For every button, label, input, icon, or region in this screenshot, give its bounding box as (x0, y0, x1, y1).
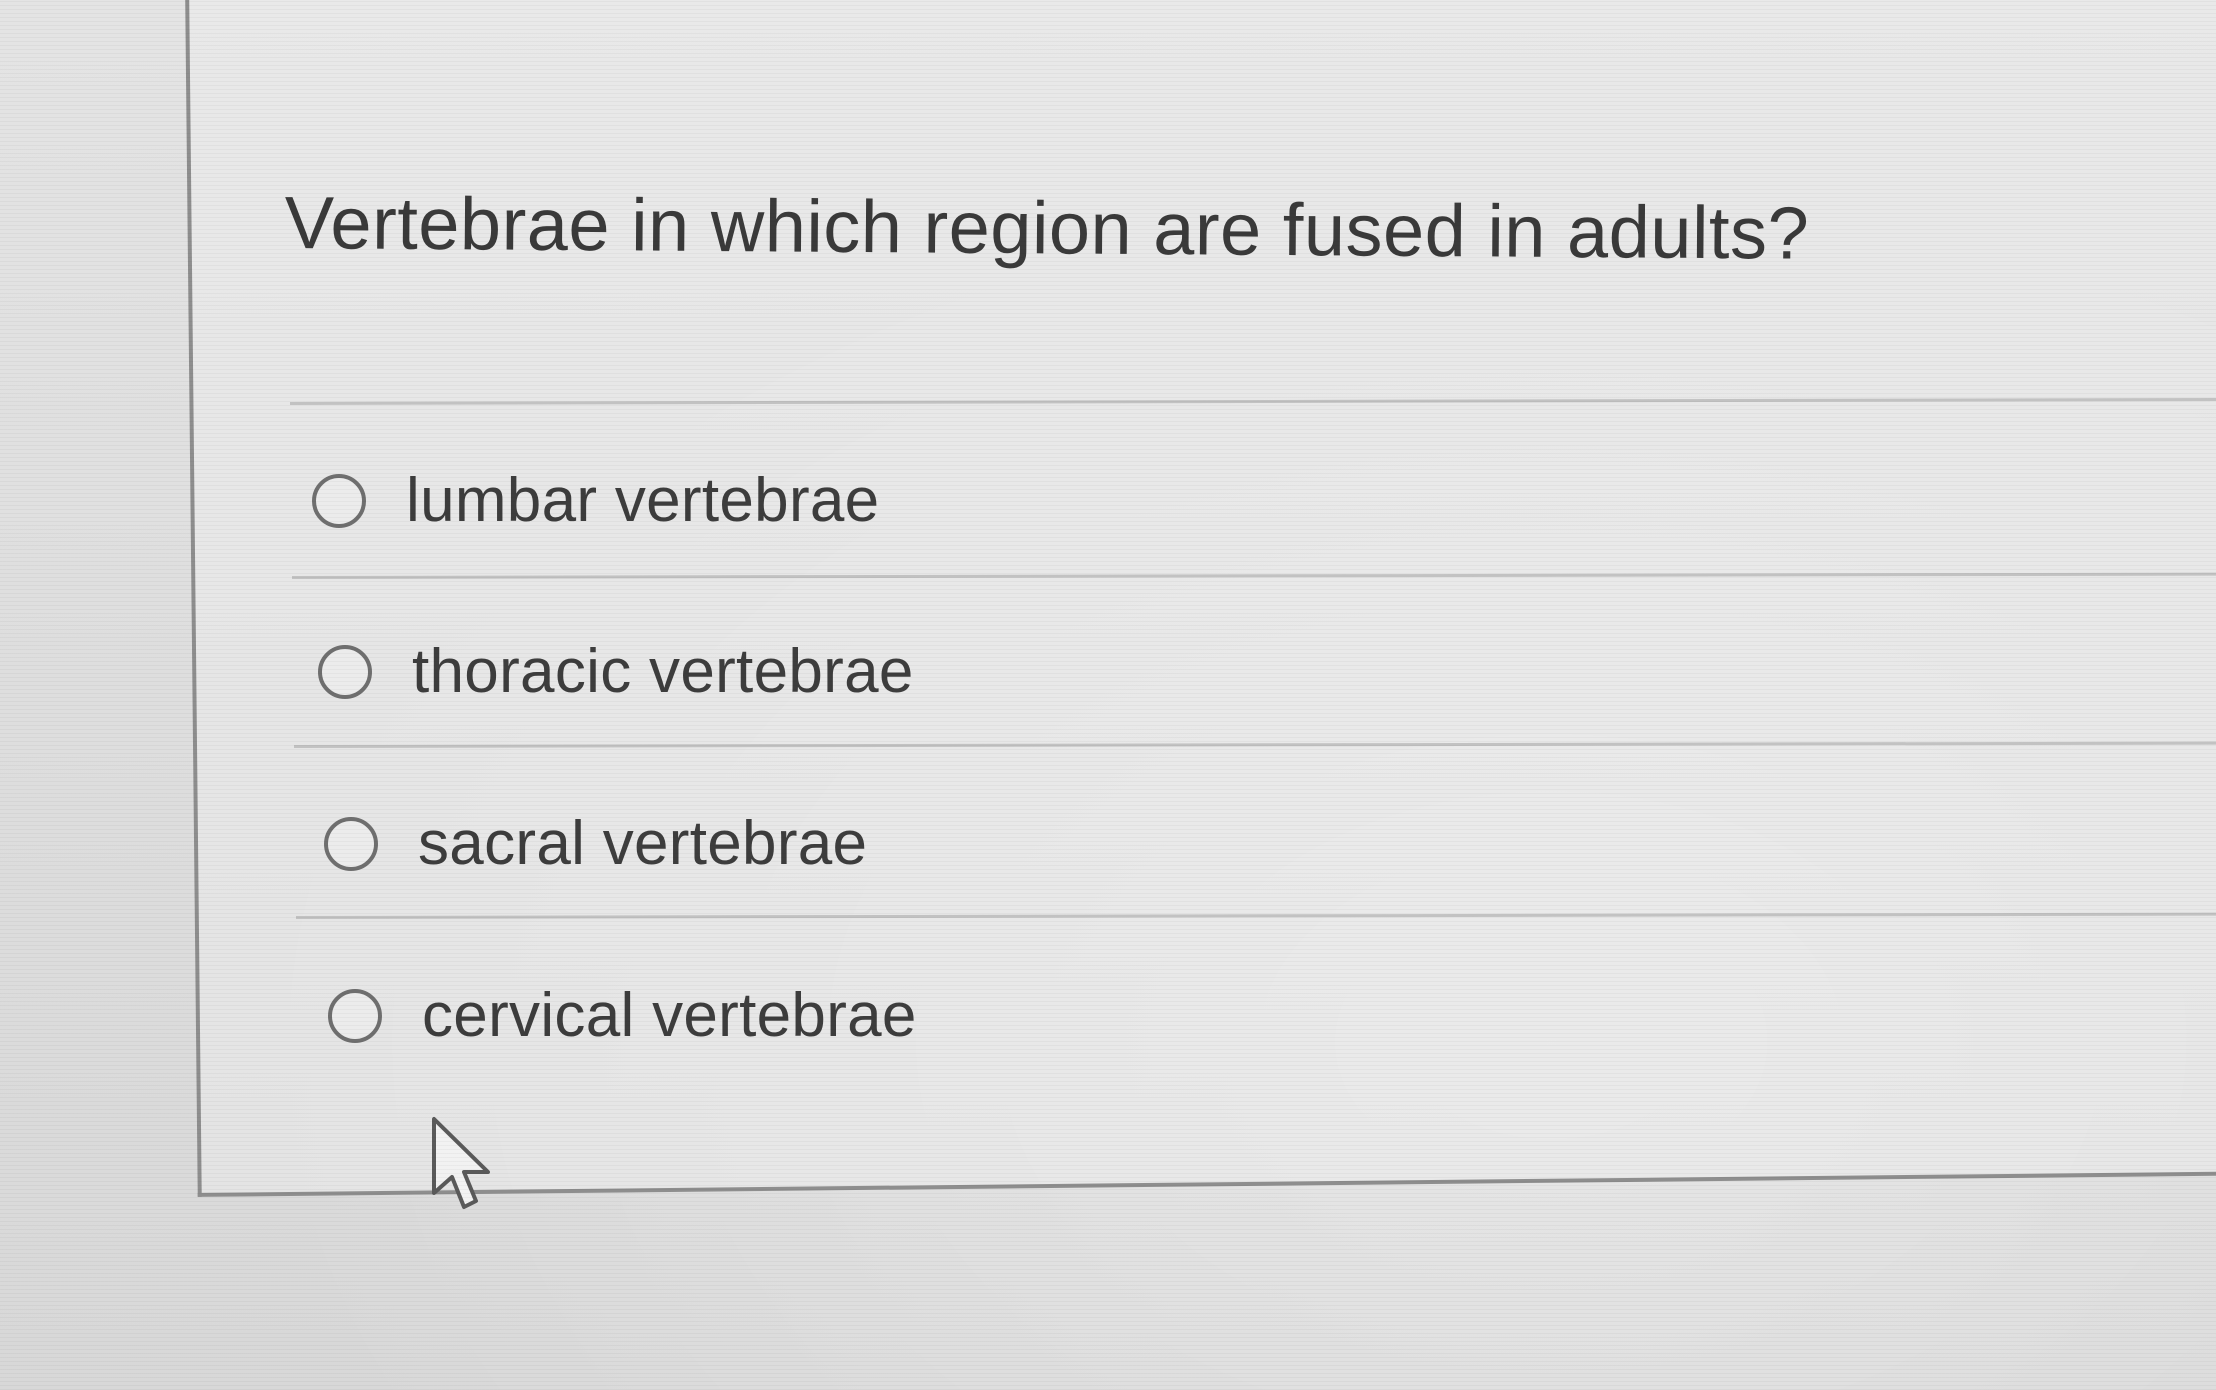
option-label: thoracic vertebrae (412, 637, 914, 706)
option-thoracic[interactable]: thoracic vertebrae (318, 636, 914, 707)
radio-unselected-icon[interactable] (328, 988, 382, 1043)
option-cervical[interactable]: cervical vertebrae (328, 980, 917, 1051)
radio-unselected-icon[interactable] (324, 816, 378, 871)
option-label: lumbar vertebrae (406, 466, 880, 535)
option-label: cervical vertebrae (422, 981, 917, 1050)
radio-unselected-icon[interactable] (318, 644, 372, 699)
option-sacral[interactable]: sacral vertebrae (324, 808, 867, 879)
screen: Vertebrae in which region are fused in a… (0, 0, 2216, 1390)
option-label: sacral vertebrae (418, 809, 868, 878)
mouse-pointer-icon (432, 1117, 490, 1209)
option-lumbar[interactable]: lumbar vertebrae (312, 465, 879, 536)
question-text: Vertebrae in which region are fused in a… (284, 180, 1810, 275)
radio-unselected-icon[interactable] (312, 473, 366, 528)
